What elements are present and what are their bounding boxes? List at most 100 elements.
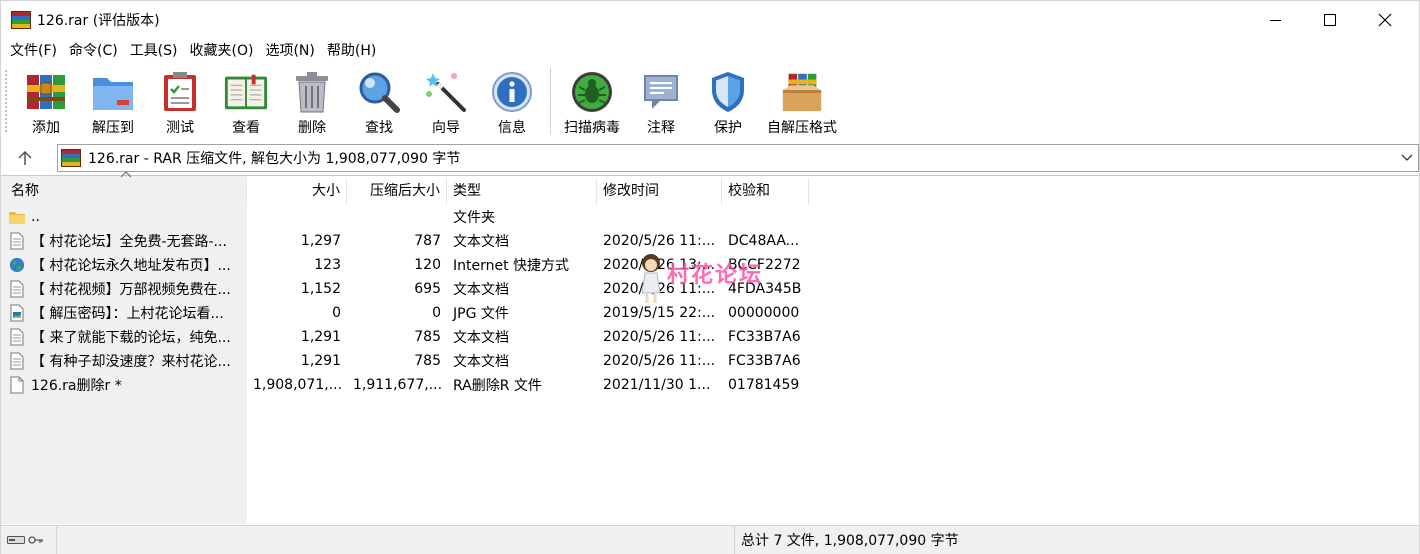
file-type: RA删除R 文件 bbox=[453, 378, 542, 394]
menu-bar: 文件(F) 命令(C) 工具(S) 收藏夹(O) 选项(N) 帮助(H) bbox=[1, 39, 1419, 63]
text-file-icon bbox=[9, 280, 25, 298]
find-magnifier-icon bbox=[356, 69, 402, 115]
file-crc: DC48AA... bbox=[728, 233, 800, 249]
extract-to-label: 解压到 bbox=[92, 120, 134, 136]
folder-icon bbox=[9, 208, 25, 226]
window-title: 126.rar (评估版本) bbox=[37, 13, 160, 29]
file-packed-size: 120 bbox=[414, 257, 441, 273]
info-icon bbox=[489, 69, 535, 115]
add-archive-icon bbox=[23, 69, 69, 115]
comment-icon bbox=[638, 69, 684, 115]
file-name: 【 解压密码】：上村花论坛看... bbox=[31, 306, 224, 322]
column-type-label: 类型 bbox=[453, 183, 481, 199]
winrar-window: 126.rar (评估版本) 文件(F) 命令(C) 工具(S) 收藏夹(O) … bbox=[0, 0, 1420, 554]
column-header-crc[interactable]: 校验和 bbox=[722, 178, 809, 205]
file-name: 【 有种子却没速度？来村花论... bbox=[31, 354, 231, 370]
info-label: 信息 bbox=[498, 120, 526, 136]
table-row[interactable]: 【 有种子却没速度？来村花论... 1,291 785 文本文档 2020/5/… bbox=[1, 349, 1419, 373]
address-text: 126.rar - RAR 压缩文件, 解包大小为 1,908,077,090 … bbox=[88, 151, 461, 167]
extract-to-button[interactable]: 解压到 bbox=[79, 63, 147, 139]
minimize-button[interactable] bbox=[1252, 1, 1298, 39]
column-header-type[interactable]: 类型 bbox=[447, 178, 597, 205]
column-modified-label: 修改时间 bbox=[603, 183, 659, 199]
comment-label: 注释 bbox=[647, 120, 675, 136]
info-button[interactable]: 信息 bbox=[479, 63, 545, 139]
file-list: 名称 大小 压缩后大小 类型 修改时间 校验和 .. 文件夹 【 村花论坛】全免… bbox=[1, 171, 1419, 524]
file-type: JPG 文件 bbox=[453, 306, 509, 322]
wizard-button[interactable]: 向导 bbox=[413, 63, 479, 139]
column-packed-label: 压缩后大小 bbox=[370, 183, 440, 199]
table-row[interactable]: .. 文件夹 bbox=[1, 205, 1419, 229]
up-folder-button[interactable] bbox=[13, 147, 37, 169]
table-row[interactable]: 【 来了就能下载的论坛，纯免... 1,291 785 文本文档 2020/5/… bbox=[1, 325, 1419, 349]
toolbar: 添加 解压到 测试 查看 删除 查找 向导 信息 扫描病毒 注释 保护 自解压格… bbox=[1, 63, 1419, 139]
file-crc: 01781459 bbox=[728, 377, 800, 393]
minimize-icon bbox=[1269, 19, 1281, 21]
file-name: 【 村花论坛永久地址发布页】... bbox=[31, 258, 231, 274]
column-header-size[interactable]: 大小 bbox=[247, 178, 347, 205]
close-button[interactable] bbox=[1362, 1, 1408, 39]
menu-options[interactable]: 选项(N) bbox=[260, 39, 319, 63]
virus-scan-icon bbox=[569, 69, 615, 115]
column-name-label: 名称 bbox=[11, 183, 39, 199]
column-header-modified[interactable]: 修改时间 bbox=[597, 178, 722, 205]
file-modified: 2020/5/26 11:... bbox=[603, 281, 716, 297]
extract-folder-icon bbox=[90, 69, 136, 115]
file-type: 文件夹 bbox=[453, 210, 495, 226]
table-row[interactable]: 【 村花论坛】全免费-无套路-... 1,297 787 文本文档 2020/5… bbox=[1, 229, 1419, 253]
file-modified: 2021/11/30 1... bbox=[603, 377, 711, 393]
file-crc: 00000000 bbox=[728, 305, 800, 321]
file-crc: BCCF2272 bbox=[728, 257, 801, 273]
address-bar: 126.rar - RAR 压缩文件, 解包大小为 1,908,077,090 … bbox=[1, 141, 1419, 173]
file-crc: FC33B7A6 bbox=[728, 329, 801, 345]
address-field[interactable]: 126.rar - RAR 压缩文件, 解包大小为 1,908,077,090 … bbox=[57, 144, 1419, 172]
table-row[interactable]: 【 村花论坛永久地址发布页】... 123 120 Internet 快捷方式 … bbox=[1, 253, 1419, 277]
chevron-down-icon[interactable] bbox=[1400, 151, 1414, 165]
menu-favorites[interactable]: 收藏夹(O) bbox=[185, 39, 259, 63]
wizard-wand-icon bbox=[423, 69, 469, 115]
file-crc: FC33B7A6 bbox=[728, 353, 801, 369]
protect-label: 保护 bbox=[714, 120, 742, 136]
file-modified: 2020/5/26 11:... bbox=[603, 329, 716, 345]
find-button[interactable]: 查找 bbox=[345, 63, 413, 139]
wizard-label: 向导 bbox=[432, 120, 460, 136]
test-clipboard-icon bbox=[157, 69, 203, 115]
column-header-name[interactable]: 名称 bbox=[1, 171, 247, 205]
internet-shortcut-icon bbox=[9, 256, 25, 274]
view-book-icon bbox=[223, 69, 269, 115]
test-label: 测试 bbox=[166, 120, 194, 136]
file-size: 1,152 bbox=[300, 281, 341, 297]
menu-help[interactable]: 帮助(H) bbox=[322, 39, 381, 63]
file-size: 1,297 bbox=[300, 233, 341, 249]
text-file-icon bbox=[9, 328, 25, 346]
file-name: 【 村花视频】万部视频免费在... bbox=[31, 282, 231, 298]
test-button[interactable]: 测试 bbox=[147, 63, 213, 139]
maximize-button[interactable] bbox=[1307, 1, 1353, 39]
file-size: 1,291 bbox=[300, 353, 341, 369]
protect-button[interactable]: 保护 bbox=[694, 63, 762, 139]
file-type: 文本文档 bbox=[453, 330, 509, 346]
status-bar: 总计 7 文件, 1,908,077,090 字节 bbox=[1, 525, 1419, 554]
file-modified: 2020/5/26 11:... bbox=[603, 233, 716, 249]
file-type: Internet 快捷方式 bbox=[453, 258, 570, 274]
column-header-packed[interactable]: 压缩后大小 bbox=[347, 178, 447, 205]
menu-commands[interactable]: 命令(C) bbox=[64, 39, 123, 63]
delete-button[interactable]: 删除 bbox=[279, 63, 345, 139]
file-modified: 2020/5/26 13:... bbox=[603, 257, 716, 273]
comment-button[interactable]: 注释 bbox=[628, 63, 694, 139]
sfx-box-icon bbox=[779, 69, 825, 115]
view-label: 查看 bbox=[232, 120, 260, 136]
file-packed-size: 0 bbox=[432, 305, 441, 321]
text-file-icon bbox=[9, 352, 25, 370]
file-packed-size: 1,911,677,... bbox=[353, 377, 443, 393]
menu-file[interactable]: 文件(F) bbox=[5, 39, 62, 63]
table-row[interactable]: 【 村花视频】万部视频免费在... 1,152 695 文本文档 2020/5/… bbox=[1, 277, 1419, 301]
virus-scan-button[interactable]: 扫描病毒 bbox=[556, 63, 628, 139]
table-row[interactable]: 126.ra删除r * 1,908,071,... 1,911,677,... … bbox=[1, 373, 1419, 397]
table-row[interactable]: 【 解压密码】：上村花论坛看... 0 0 JPG 文件 2019/5/15 2… bbox=[1, 301, 1419, 325]
sfx-button[interactable]: 自解压格式 bbox=[762, 63, 842, 139]
toolbar-grip[interactable] bbox=[4, 69, 8, 133]
add-button[interactable]: 添加 bbox=[13, 63, 79, 139]
view-button[interactable]: 查看 bbox=[213, 63, 279, 139]
menu-tools[interactable]: 工具(S) bbox=[125, 39, 183, 63]
